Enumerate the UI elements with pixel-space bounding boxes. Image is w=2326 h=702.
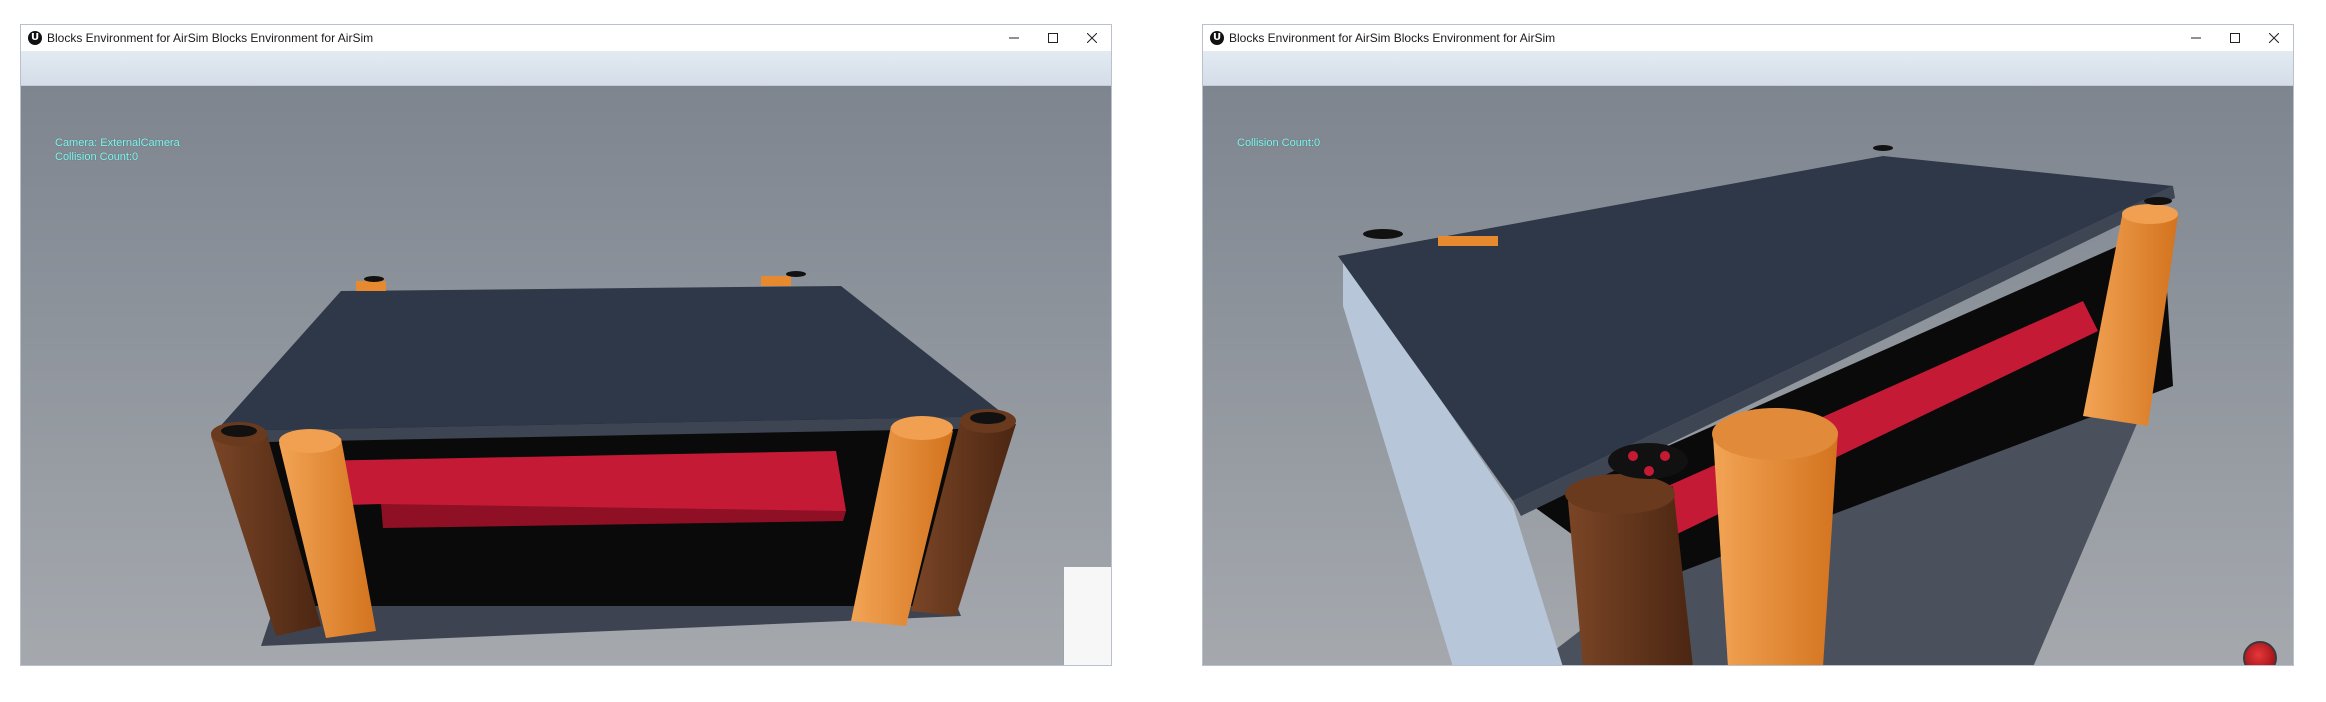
simulator-window-left[interactable]: U Blocks Environment for AirSim Blocks E… (20, 24, 1112, 666)
hud-overlay: Camera: ExternalCamera Collision Count:0 (55, 136, 180, 164)
maximize-icon (1047, 33, 1058, 43)
minimize-icon (2190, 37, 2201, 39)
maximize-button[interactable] (1033, 25, 1072, 51)
close-icon (2268, 33, 2279, 43)
unreal-engine-icon: U (1210, 31, 1224, 45)
scene-render (1203, 86, 2293, 665)
simulation-viewport[interactable]: Camera: ExternalCamera Collision Count:0 (21, 86, 1111, 665)
title-bar[interactable]: U Blocks Environment for AirSim Blocks E… (21, 25, 1111, 51)
close-button[interactable] (1072, 25, 1111, 51)
collision-count: Collision Count:0 (1237, 137, 1321, 149)
simulation-viewport[interactable]: Collision Count:0 (1203, 86, 2293, 665)
simulator-window-right[interactable]: U Blocks Environment for AirSim Blocks E… (1202, 24, 2294, 666)
minimize-button[interactable] (994, 25, 1033, 51)
brown-pillar-front (1565, 474, 1693, 665)
maximize-button[interactable] (2215, 25, 2254, 51)
maximize-icon (2229, 33, 2240, 43)
orange-pillar-front (1712, 408, 1838, 665)
title-bar[interactable]: U Blocks Environment for AirSim Blocks E… (1203, 25, 2293, 51)
hud-overlay: Collision Count:0 (1237, 136, 1320, 150)
close-icon (1086, 33, 1097, 43)
thumbnail-preview[interactable] (1063, 566, 1111, 665)
minimize-icon (1008, 37, 1019, 39)
camera-label: Camera: ExternalCamera (55, 137, 180, 149)
minimize-button[interactable] (2176, 25, 2215, 51)
scene-render (21, 86, 1111, 665)
window-title: Blocks Environment for AirSim Blocks Env… (1229, 31, 1556, 45)
toolbar-strip (1203, 51, 2293, 86)
collision-count: Collision Count:0 (55, 151, 139, 163)
unreal-engine-icon: U (28, 31, 42, 45)
window-title: Blocks Environment for AirSim Blocks Env… (47, 31, 374, 45)
toolbar-strip (21, 51, 1111, 86)
close-button[interactable] (2254, 25, 2293, 51)
